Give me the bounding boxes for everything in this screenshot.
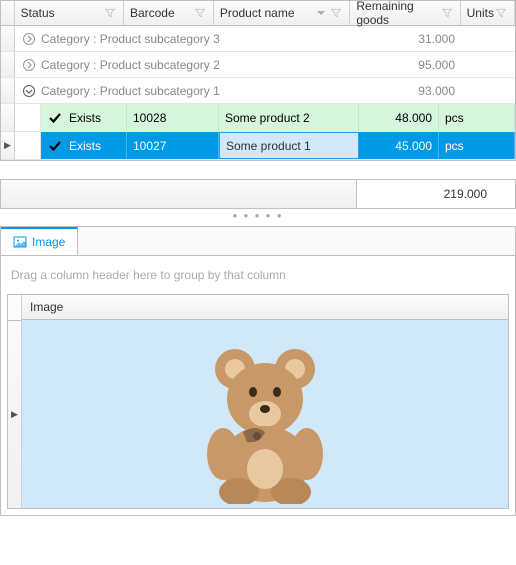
splitter-handle[interactable]: ● ● ● ● ●: [0, 209, 516, 222]
filter-icon[interactable]: [193, 6, 207, 20]
total-row: 219.000: [0, 179, 516, 209]
detail-row-indicator: ▶: [8, 295, 22, 508]
total-value: 219.000: [357, 180, 515, 208]
group-row[interactable]: Category : Product subcategory 2 95.000: [1, 52, 515, 78]
row-indent: [15, 104, 41, 131]
check-icon: [47, 138, 63, 154]
total-spacer: [1, 180, 357, 208]
filter-icon[interactable]: [494, 6, 508, 20]
filter-icon[interactable]: [103, 6, 117, 20]
group-label: Category : Product subcategory 1: [41, 84, 405, 98]
row-indicator: [1, 26, 15, 51]
image-icon: [13, 235, 27, 249]
row-indicator: [1, 78, 15, 103]
row-indent: [15, 132, 41, 159]
filter-icon[interactable]: [329, 6, 343, 20]
column-label: Remaining goods: [356, 0, 439, 27]
barcode-cell: 10028: [127, 104, 219, 131]
row-indicator: [1, 52, 15, 77]
remaining-cell: 45.000: [359, 132, 439, 159]
row-indicator: [1, 104, 15, 131]
group-aggregate: 93.000: [405, 84, 515, 98]
column-label: Barcode: [130, 6, 193, 20]
tab-label: Image: [32, 235, 65, 249]
teddy-bear-image: [165, 324, 365, 504]
column-header-status[interactable]: Status: [15, 1, 124, 25]
product-name-cell-editing[interactable]: Some product 1: [219, 132, 359, 159]
group-aggregate: 31.000: [405, 32, 515, 46]
status-text: Exists: [69, 111, 101, 125]
column-label: Product name: [220, 6, 317, 20]
detail-tab-bar: Image: [0, 226, 516, 255]
grid-header-row: Status Barcode Product name Remaining go…: [1, 1, 515, 26]
detail-column-header[interactable]: Image: [22, 295, 508, 320]
row-indicator-header: [1, 1, 15, 25]
detail-image-cell[interactable]: [22, 320, 508, 508]
expand-collapsed-icon[interactable]: [21, 57, 37, 73]
expand-expanded-icon[interactable]: [21, 83, 37, 99]
column-header-remaining[interactable]: Remaining goods: [350, 1, 460, 25]
group-label: Category : Product subcategory 2: [41, 58, 405, 72]
expand-collapsed-icon[interactable]: [21, 31, 37, 47]
row-indicator-current: ▶: [1, 132, 15, 159]
remaining-cell: 48.000: [359, 104, 439, 131]
product-grid: Status Barcode Product name Remaining go…: [0, 0, 516, 161]
group-label: Category : Product subcategory 3: [41, 32, 405, 46]
column-label: Status: [21, 6, 103, 20]
detail-main: Image: [22, 295, 508, 508]
table-row[interactable]: Exists 10028 Some product 2 48.000 pcs: [1, 104, 515, 132]
units-cell: pcs: [439, 132, 515, 159]
filter-icon[interactable]: [440, 6, 454, 20]
sort-desc-icon[interactable]: [316, 8, 326, 18]
status-cell: Exists: [41, 104, 127, 131]
check-icon: [47, 110, 63, 126]
product-name-cell: Some product 2: [219, 104, 359, 131]
product-image: [165, 324, 365, 504]
group-by-hint[interactable]: Drag a column header here to group by th…: [7, 262, 509, 288]
detail-panel: Drag a column header here to group by th…: [0, 255, 516, 516]
column-header-product-name[interactable]: Product name: [214, 1, 351, 25]
column-header-barcode[interactable]: Barcode: [124, 1, 214, 25]
column-header-units[interactable]: Units: [461, 1, 515, 25]
units-cell: pcs: [439, 104, 515, 131]
table-row-selected[interactable]: ▶ Exists 10027 Some product 1 45.000 pcs: [1, 132, 515, 160]
group-row[interactable]: Category : Product subcategory 3 31.000: [1, 26, 515, 52]
group-aggregate: 95.000: [405, 58, 515, 72]
tab-image[interactable]: Image: [1, 227, 78, 255]
group-row[interactable]: Category : Product subcategory 1 93.000: [1, 78, 515, 104]
status-cell: Exists: [41, 132, 127, 159]
detail-grid: ▶ Image: [7, 294, 509, 509]
barcode-cell: 10027: [127, 132, 219, 159]
status-text: Exists: [69, 139, 101, 153]
column-label: Units: [467, 6, 494, 20]
